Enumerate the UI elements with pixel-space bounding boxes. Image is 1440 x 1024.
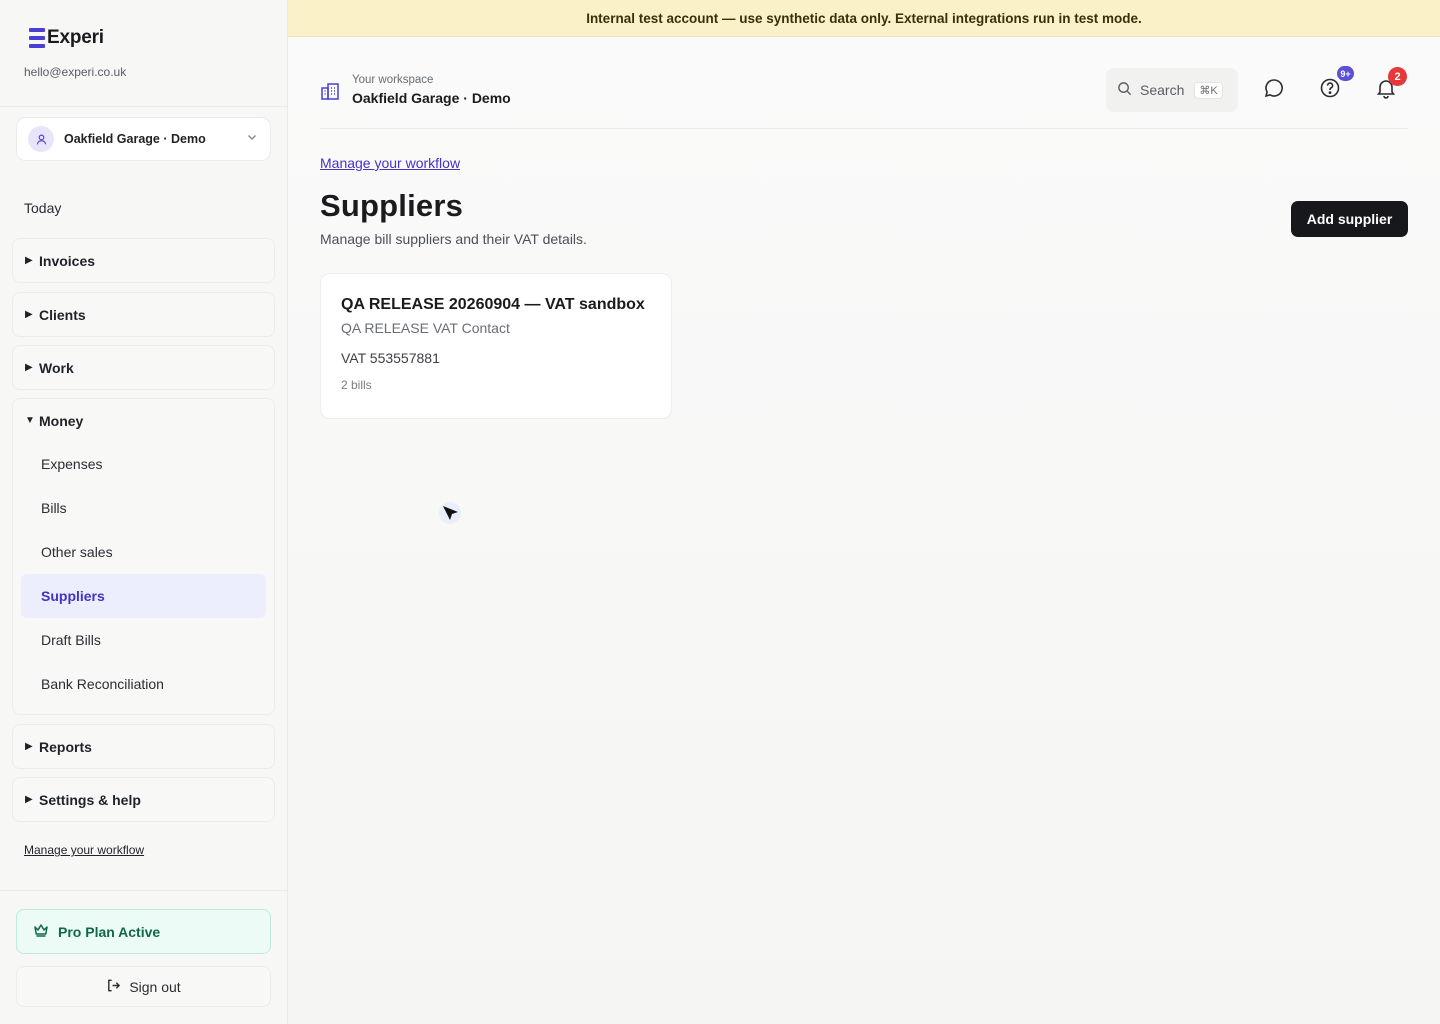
plan-status-button[interactable]: Pro Plan Active — [16, 909, 271, 954]
workspace-selector[interactable]: Oakfield Garage · Demo — [16, 117, 271, 161]
nav-group-label: Clients — [39, 306, 86, 323]
search-button[interactable]: Search ⌘K — [1106, 68, 1238, 112]
nav-group-label: Money — [39, 412, 84, 429]
help-circle-icon — [1319, 77, 1341, 104]
chat-button[interactable] — [1261, 77, 1287, 103]
mouse-cursor-icon — [438, 500, 464, 526]
sidebar-item-other-sales[interactable]: Other sales — [21, 530, 266, 574]
nav-group-toggle-money[interactable]: ▼ Money — [13, 399, 274, 442]
sidebar-item-expenses[interactable]: Expenses — [21, 442, 266, 486]
nav-group-label: Settings & help — [39, 791, 141, 808]
test-account-banner: Internal test account — use synthetic da… — [288, 0, 1440, 37]
nav-group-reports: ▶ Reports — [12, 724, 275, 769]
brand-mark-icon — [29, 28, 45, 48]
sidebar: Experi hello@experi.co.uk Oakfield Garag… — [0, 0, 288, 1024]
sign-out-button[interactable]: Sign out — [16, 966, 271, 1007]
sidebar-item-today[interactable]: Today — [24, 200, 61, 216]
breadcrumb-manage-workflow[interactable]: Manage your workflow — [320, 155, 460, 171]
supplier-name: QA RELEASE 20260904 — VAT sandbox — [341, 296, 645, 313]
sidebar-item-draft-bills[interactable]: Draft Bills — [21, 618, 266, 662]
nav-group-work: ▶ Work — [12, 345, 275, 390]
nav-group-toggle-invoices[interactable]: ▶ Invoices — [13, 239, 274, 282]
search-icon — [1117, 81, 1132, 99]
add-supplier-button[interactable]: Add supplier — [1291, 201, 1408, 237]
supplier-card[interactable]: QA RELEASE 20260904 — VAT sandbox QA REL… — [320, 273, 672, 419]
caret-down-icon: ▼ — [25, 415, 35, 426]
nav-group-money: ▼ Money Expenses Bills Other sales Suppli… — [12, 398, 275, 715]
building-icon — [320, 81, 340, 106]
caret-right-icon: ▶ — [25, 309, 33, 320]
brand-name: Experi — [47, 27, 104, 48]
nav-group-label: Invoices — [39, 252, 96, 269]
caret-right-icon: ▶ — [25, 362, 33, 373]
help-button[interactable]: 9+ — [1317, 66, 1354, 104]
page-subtitle: Manage bill suppliers and their VAT deta… — [320, 231, 587, 247]
sign-out-label: Sign out — [129, 978, 181, 995]
nav-group-label: Work — [39, 359, 74, 376]
nav-group-toggle-clients[interactable]: ▶ Clients — [13, 293, 274, 336]
supplier-bill-count: 2 bills — [341, 378, 372, 392]
nav-group-invoices: ▶ Invoices — [12, 238, 275, 283]
search-label: Search — [1140, 82, 1185, 98]
main-content: Your workspace Oakfield Garage · Demo Se… — [288, 37, 1440, 1024]
divider — [0, 106, 287, 107]
sidebar-item-bank-reconciliation[interactable]: Bank Reconciliation — [21, 662, 266, 706]
notifications-button[interactable]: 2 — [1373, 67, 1407, 103]
sign-out-icon — [106, 978, 121, 996]
nav-group-label: Reports — [39, 738, 92, 755]
chat-bubble-icon — [1263, 77, 1285, 104]
sidebar-item-bills[interactable]: Bills — [21, 486, 266, 530]
caret-right-icon: ▶ — [25, 794, 33, 805]
account-email: hello@experi.co.uk — [24, 65, 127, 79]
search-shortcut: ⌘K — [1194, 81, 1223, 99]
crown-icon — [33, 922, 49, 941]
caret-right-icon: ▶ — [25, 741, 33, 752]
nav-group-toggle-work[interactable]: ▶ Work — [13, 346, 274, 389]
top-bar: Your workspace Oakfield Garage · Demo Se… — [320, 66, 1408, 129]
notifications-badge: 2 — [1388, 67, 1407, 86]
supplier-vat-number: VAT 553557881 — [341, 350, 440, 366]
manage-workflow-link[interactable]: Manage your workflow — [24, 843, 144, 857]
plan-status-label: Pro Plan Active — [58, 923, 161, 940]
user-icon — [28, 126, 54, 152]
nav-group-toggle-reports[interactable]: ▶ Reports — [13, 725, 274, 768]
workspace-selector-label: Oakfield Garage · Demo — [64, 132, 206, 146]
brand-logo[interactable]: Experi — [29, 27, 104, 49]
chevron-down-icon — [246, 130, 258, 148]
divider — [0, 890, 287, 891]
sidebar-item-suppliers[interactable]: Suppliers — [21, 574, 266, 618]
workspace-name: Oakfield Garage · Demo — [352, 90, 511, 106]
nav-group-clients: ▶ Clients — [12, 292, 275, 337]
supplier-contact: QA RELEASE VAT Contact — [341, 320, 510, 336]
caret-right-icon: ▶ — [25, 255, 33, 266]
nav-group-toggle-settings[interactable]: ▶ Settings & help — [13, 778, 274, 821]
workspace-caption: Your workspace — [352, 74, 434, 86]
nav-group-settings: ▶ Settings & help — [12, 777, 275, 822]
help-badge: 9+ — [1337, 66, 1354, 81]
page-title: Suppliers — [320, 188, 464, 223]
